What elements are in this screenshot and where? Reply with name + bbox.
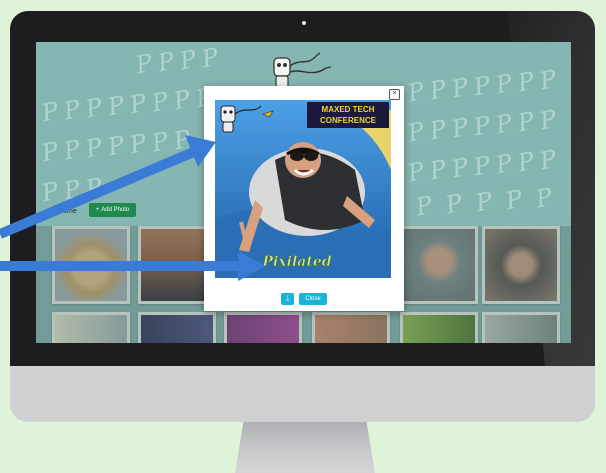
photo-watermark: Pixilated bbox=[261, 254, 331, 270]
photo-banner-line2: CONFERENCE bbox=[320, 116, 377, 125]
photo-modal: × MAXED TECH CONFERENCE Pixilated ⤓ Clos… bbox=[204, 86, 404, 311]
photo-banner-line1: MAXED TECH bbox=[322, 105, 375, 114]
nav-home-link[interactable]: Home bbox=[58, 208, 77, 215]
modal-footer: ⤓ Close bbox=[204, 291, 404, 307]
download-button[interactable]: ⤓ bbox=[281, 293, 295, 305]
modal-photo: MAXED TECH CONFERENCE Pixilated bbox=[215, 100, 391, 278]
screen: PP PP PP PP PP PP PP PP PP P PP PP PP P … bbox=[36, 42, 571, 343]
add-photo-button[interactable]: + Add Photo bbox=[89, 203, 136, 217]
modal-close-icon[interactable]: × bbox=[389, 89, 400, 100]
monitor-stand bbox=[235, 422, 375, 473]
plus-icon: + bbox=[95, 207, 100, 213]
skydiver-photo: MAXED TECH CONFERENCE Pixilated bbox=[215, 100, 391, 278]
download-icon: ⤓ bbox=[286, 295, 290, 302]
add-photo-label: Add Photo bbox=[101, 207, 130, 213]
close-button[interactable]: Close bbox=[299, 293, 327, 305]
webcam-dot bbox=[302, 21, 306, 25]
monitor-chin bbox=[10, 366, 595, 422]
